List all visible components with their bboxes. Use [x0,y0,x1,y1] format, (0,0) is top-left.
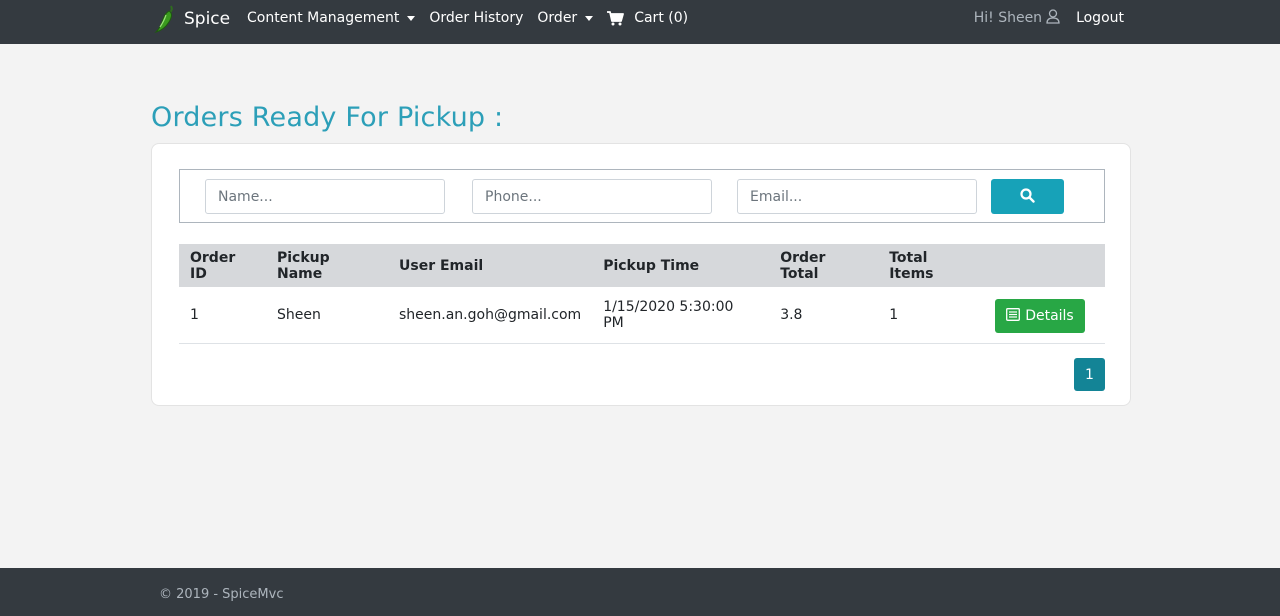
search-button[interactable] [991,179,1064,214]
cart-label: Cart (0) [634,10,689,26]
phone-search-input[interactable] [472,179,712,214]
chevron-down-icon [407,15,416,21]
orders-card: Order ID Pickup Name User Email Pickup T… [151,143,1131,406]
col-pickup-time: Pickup Time [592,244,770,287]
chevron-down-icon [585,15,594,21]
footer: © 2019 - SpiceMvc [0,568,1280,616]
page-title: Orders Ready For Pickup : [151,102,504,133]
table-header-row: Order ID Pickup Name User Email Pickup T… [179,244,1105,287]
col-pickup-name: Pickup Name [266,244,388,287]
cell-order-total: 3.8 [769,287,879,344]
greeting-text: Hi! Sheen [973,10,1043,26]
details-button[interactable]: Details [995,299,1085,333]
cell-pickup-time: 1/15/2020 5:30:00 PM [592,287,770,344]
logout-link[interactable]: Logout [1076,10,1124,26]
nav-item-label: Order [537,10,578,26]
shopping-cart-icon [607,10,625,26]
top-navbar: Spice Content Management Order History O… [0,0,1280,44]
search-panel [179,169,1105,223]
brand-link[interactable]: Spice [154,4,230,34]
search-icon [1020,187,1035,206]
cell-total-items: 1 [878,287,985,344]
footer-text: © 2019 - SpiceMvc [159,587,284,602]
col-user-email: User Email [388,244,593,287]
orders-table: Order ID Pickup Name User Email Pickup T… [179,244,1105,344]
cell-user-email: sheen.an.goh@gmail.com [388,287,593,344]
cell-pickup-name: Sheen [266,287,388,344]
name-search-input[interactable] [205,179,445,214]
chili-pepper-icon [154,4,178,34]
list-icon [1006,307,1021,325]
user-icon [1046,8,1060,28]
nav-item-label: Order History [429,10,524,26]
details-label: Details [1025,308,1074,324]
col-order-id: Order ID [179,244,266,287]
col-actions [984,244,1105,287]
nav-cart[interactable]: Cart (0) [607,10,688,26]
nav-item-label: Content Management [247,10,400,26]
cell-order-id: 1 [179,287,266,344]
user-greeting: Hi! Sheen [973,8,1060,28]
col-total-items: Total Items [878,244,985,287]
nav-order-history[interactable]: Order History [429,10,523,26]
brand-name: Spice [184,9,231,29]
cell-actions: Details [984,287,1105,344]
col-order-total: Order Total [769,244,879,287]
email-search-input[interactable] [737,179,977,214]
pagination-page-1[interactable]: 1 [1074,358,1105,391]
nav-content-management[interactable]: Content Management [247,10,416,26]
nav-order[interactable]: Order [537,10,594,26]
table-row: 1 Sheen sheen.an.goh@gmail.com 1/15/2020… [179,287,1105,344]
